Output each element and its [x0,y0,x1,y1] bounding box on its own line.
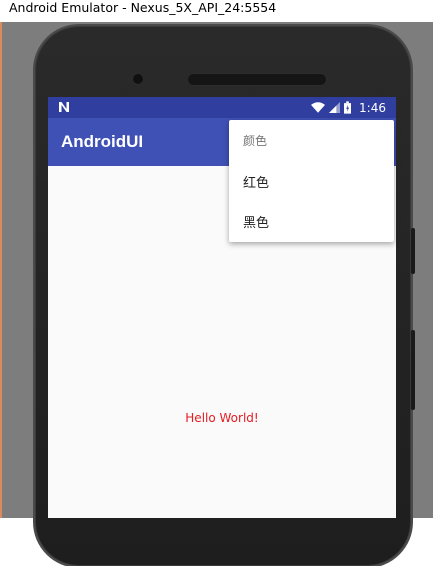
power-button[interactable] [411,228,415,274]
status-bar: 1:46 [48,97,396,118]
status-icons: 1:46 [311,100,386,115]
volume-button[interactable] [411,330,415,410]
hello-world-text: Hello World! [185,411,259,425]
camera-lens [133,74,143,84]
window-title: Android Emulator - Nexus_5X_API_24:5554 [9,0,277,15]
window-title-bar: Android Emulator - Nexus_5X_API_24:5554 [0,0,433,22]
menu-item-label: 黑色 [243,216,270,231]
app-title: AndroidUI [61,132,144,151]
wifi-icon [311,102,326,113]
status-time: 1:46 [359,100,386,115]
menu-header: 颜色 [243,134,268,148]
menu-item-red[interactable]: 红色 [229,161,394,201]
signal-icon [329,102,341,113]
window-edge [0,22,2,518]
menu-item-black[interactable]: 黑色 [229,201,394,241]
menu-item-label: 红色 [243,176,270,191]
color-popup-menu: 颜色 红色 黑色 [229,120,394,242]
n-icon [59,102,69,112]
speaker-grille [188,74,326,85]
battery-icon [344,101,352,114]
